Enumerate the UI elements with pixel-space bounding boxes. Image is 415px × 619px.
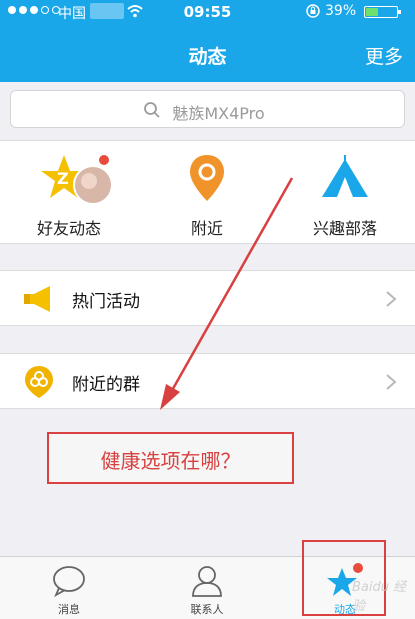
megaphone-icon (24, 286, 50, 312)
search-placeholder: 魅族MX4Pro (172, 104, 265, 123)
annotation-box: 健康选项在哪？ (47, 432, 294, 484)
chat-bubble-icon (53, 566, 85, 597)
tab-contacts[interactable]: 联系人 (138, 557, 276, 619)
feature-row: Z 好友动态 附近 兴趣部落 (0, 140, 415, 244)
rotation-lock-icon (306, 4, 320, 18)
top-header: 中国 09:55 39% 动态 更多 (0, 0, 415, 82)
battery-percent: 39% (325, 3, 357, 19)
more-button[interactable]: 更多 (365, 42, 403, 69)
feature-friends-feed[interactable]: Z 好友动态 (0, 141, 138, 245)
annotation-text: 健康选项在哪？ (100, 449, 241, 473)
contact-icon (192, 566, 222, 597)
chevron-right-icon (386, 291, 397, 307)
list-item-label: 附近的群 (72, 375, 140, 395)
nearby-group-icon (25, 366, 53, 398)
friends-star-icon: Z (41, 155, 113, 205)
list-item-nearby-groups[interactable]: 附近的群 (0, 353, 415, 409)
search-input[interactable]: 魅族MX4Pro (10, 90, 405, 128)
feature-label: 附近 (190, 219, 223, 238)
tent-icon (322, 155, 368, 197)
search-area: 魅族MX4Pro (0, 82, 415, 138)
battery-icon (364, 6, 401, 18)
watermark-text: Baidu 经验 (352, 580, 407, 614)
location-pin-icon (190, 155, 224, 201)
chevron-right-icon (386, 374, 397, 390)
svg-text:Z: Z (57, 169, 69, 188)
feature-nearby[interactable]: 附近 (138, 141, 276, 245)
list-item-hot-events[interactable]: 热门活动 (0, 270, 415, 326)
page-title: 动态 (188, 46, 227, 68)
list-item-label: 热门活动 (72, 292, 140, 312)
feature-label: 好友动态 (36, 219, 101, 238)
tab-messages[interactable]: 消息 (0, 557, 138, 619)
tab-label: 消息 (58, 603, 80, 616)
feature-label: 兴趣部落 (312, 219, 377, 238)
feature-interest-tribe[interactable]: 兴趣部落 (276, 141, 414, 245)
tab-label: 联系人 (190, 603, 224, 616)
status-bar: 中国 09:55 39% (0, 0, 415, 24)
